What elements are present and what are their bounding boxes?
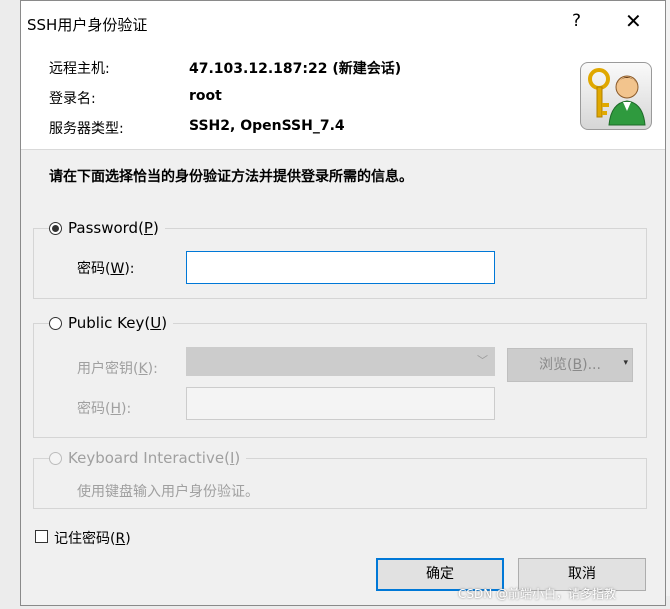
- remember-password-checkbox[interactable]: [35, 530, 48, 543]
- title-bar: SSH用户身份验证 ? ✕: [21, 1, 665, 45]
- password-field-label: 密码(W):: [77, 261, 135, 277]
- password-input[interactable]: [186, 251, 495, 284]
- password-radio-label: Password(P): [68, 219, 159, 237]
- public-key-radio[interactable]: [49, 316, 62, 330]
- csdn-watermark: CSDN @前端小白，请多指教: [458, 587, 617, 601]
- ssh-auth-dialog: SSH用户身份验证 ? ✕ 远程主机: 47.103.12.187:22 (新建…: [20, 0, 666, 606]
- server-type-label: 服务器类型:: [49, 121, 124, 137]
- remember-password-label[interactable]: 记住密码(R): [54, 528, 131, 548]
- keyboard-interactive-description: 使用键盘输入用户身份验证。: [77, 484, 259, 500]
- login-name-value: root: [189, 88, 222, 104]
- browse-button[interactable]: 浏览(B)... ▾: [507, 348, 633, 382]
- dropdown-arrow-icon: ▾: [623, 358, 628, 368]
- server-type-value: SSH2, OpenSSH_7.4: [189, 118, 345, 134]
- user-key-select[interactable]: ﹀: [186, 347, 495, 376]
- public-key-radio-option[interactable]: Public Key(U): [49, 314, 174, 332]
- user-key-label: 用户密钥(K):: [77, 361, 158, 377]
- password-radio-option[interactable]: Password(P): [49, 219, 165, 237]
- keyboard-interactive-radio-label: Keyboard Interactive(I): [68, 449, 241, 467]
- browse-button-label: 浏览(B)...: [539, 357, 601, 373]
- help-button[interactable]: ?: [572, 11, 581, 31]
- key-user-icon: [580, 62, 652, 130]
- password-radio[interactable]: [49, 221, 62, 235]
- keyboard-interactive-radio-option[interactable]: Keyboard Interactive(I): [49, 449, 247, 467]
- remote-host-value: 47.103.12.187:22 (新建会话): [189, 61, 402, 77]
- instruction-text: 请在下面选择恰当的身份验证方法并提供登录所需的信息。: [49, 169, 413, 185]
- passphrase-input[interactable]: [186, 387, 495, 420]
- close-button[interactable]: ✕: [625, 9, 645, 33]
- login-name-label: 登录名:: [49, 91, 96, 107]
- public-key-radio-label: Public Key(U): [68, 314, 168, 332]
- passphrase-label: 密码(H):: [77, 401, 132, 417]
- connection-info: 远程主机: 47.103.12.187:22 (新建会话) 登录名: root …: [21, 45, 665, 150]
- keyboard-interactive-radio[interactable]: [49, 451, 62, 465]
- dialog-title: SSH用户身份验证: [27, 16, 148, 34]
- chevron-down-icon: ﹀: [477, 354, 488, 367]
- remote-host-label: 远程主机:: [49, 61, 110, 77]
